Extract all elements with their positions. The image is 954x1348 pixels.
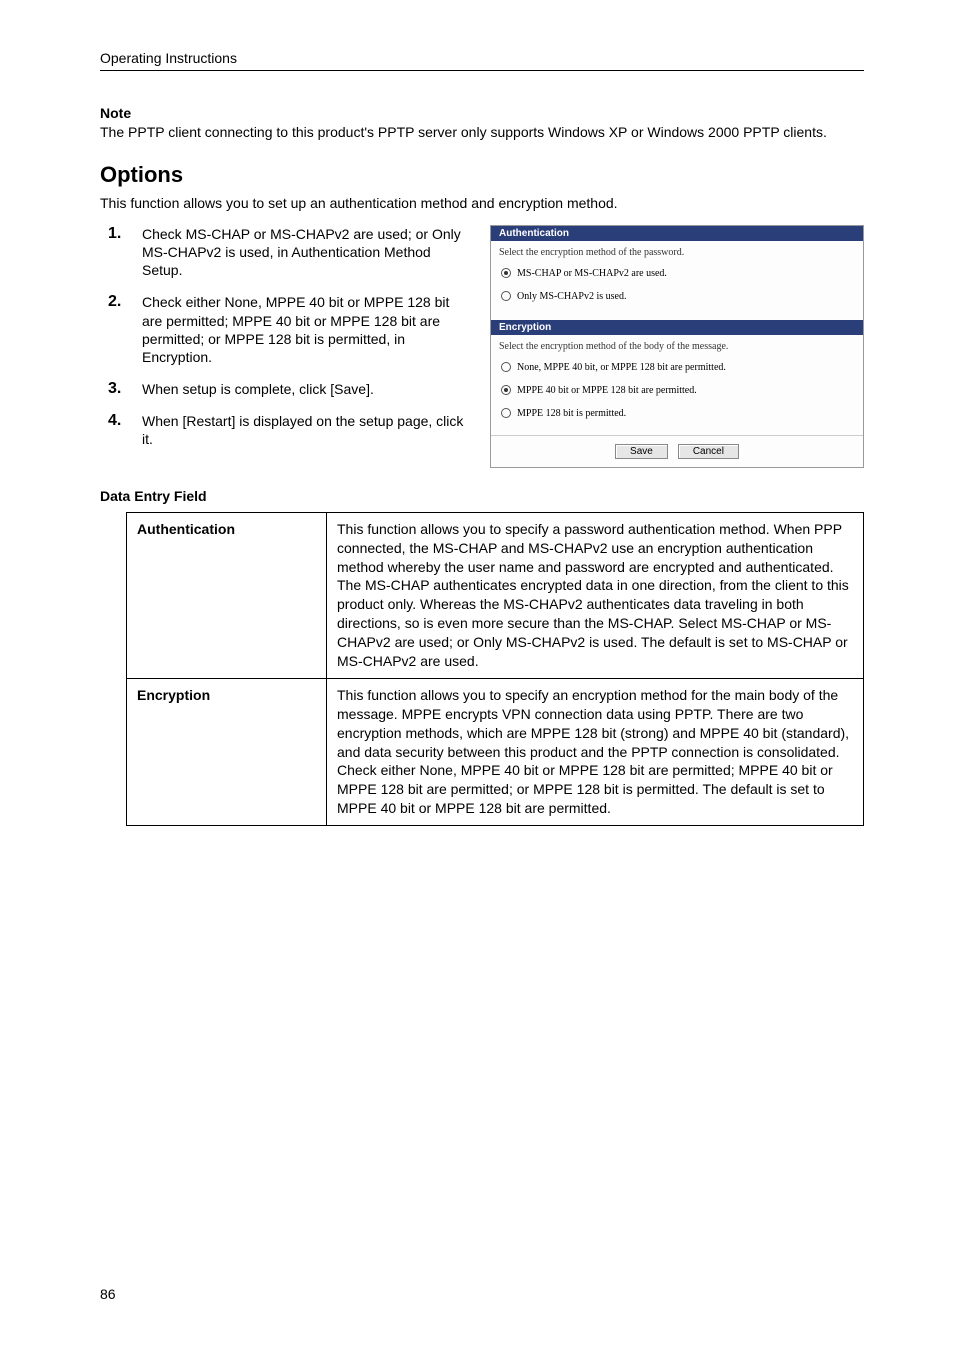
step-item: When setup is complete, click [Save]. <box>128 380 472 398</box>
radio-label: MS-CHAP or MS-CHAPv2 are used. <box>517 268 667 279</box>
table-row: Encryption This function allows you to s… <box>127 678 864 825</box>
radio-label: None, MPPE 40 bit, or MPPE 128 bit are p… <box>517 362 726 373</box>
data-entry-heading: Data Entry Field <box>100 488 864 504</box>
step-item: When [Restart] is displayed on the setup… <box>128 412 472 448</box>
term-encryption: Encryption <box>127 678 327 825</box>
auth-panel-subtitle: Select the encryption method of the pass… <box>491 241 863 264</box>
page-number: 86 <box>100 1286 116 1302</box>
table-row: Authentication This function allows you … <box>127 512 864 678</box>
radio-icon <box>501 385 511 395</box>
data-entry-table: Authentication This function allows you … <box>126 512 864 826</box>
enc-panel-subtitle: Select the encryption method of the body… <box>491 335 863 358</box>
cancel-button[interactable]: Cancel <box>678 444 739 459</box>
radio-label: Only MS-CHAPv2 is used. <box>517 291 626 302</box>
desc-encryption: This function allows you to specify an e… <box>327 678 864 825</box>
radio-icon <box>501 408 511 418</box>
running-header: Operating Instructions <box>100 50 864 71</box>
radio-label: MPPE 128 bit is permitted. <box>517 408 626 419</box>
enc-radio-40-128[interactable]: MPPE 40 bit or MPPE 128 bit are permitte… <box>491 381 863 404</box>
term-authentication: Authentication <box>127 512 327 678</box>
enc-radio-128[interactable]: MPPE 128 bit is permitted. <box>491 404 863 427</box>
radio-label: MPPE 40 bit or MPPE 128 bit are permitte… <box>517 385 697 396</box>
enc-panel-title: Encryption <box>491 320 863 335</box>
auth-panel-title: Authentication <box>491 226 863 241</box>
options-lead: This function allows you to set up an au… <box>100 194 864 213</box>
desc-authentication: This function allows you to specify a pa… <box>327 512 864 678</box>
enc-radio-none-40-128[interactable]: None, MPPE 40 bit, or MPPE 128 bit are p… <box>491 358 863 381</box>
note-body: The PPTP client connecting to this produ… <box>100 123 864 142</box>
steps-list: Check MS-CHAP or MS-CHAPv2 are used; or … <box>100 225 472 449</box>
auth-radio-mschapv2-only[interactable]: Only MS-CHAPv2 is used. <box>491 287 863 310</box>
radio-icon <box>501 268 511 278</box>
settings-panel-screenshot: Authentication Select the encryption met… <box>490 225 864 468</box>
note-heading: Note <box>100 105 864 121</box>
auth-radio-mschap-both[interactable]: MS-CHAP or MS-CHAPv2 are used. <box>491 264 863 287</box>
radio-icon <box>501 362 511 372</box>
options-heading: Options <box>100 162 864 188</box>
step-item: Check MS-CHAP or MS-CHAPv2 are used; or … <box>128 225 472 280</box>
save-button[interactable]: Save <box>615 444 668 459</box>
step-item: Check either None, MPPE 40 bit or MPPE 1… <box>128 293 472 366</box>
radio-icon <box>501 291 511 301</box>
